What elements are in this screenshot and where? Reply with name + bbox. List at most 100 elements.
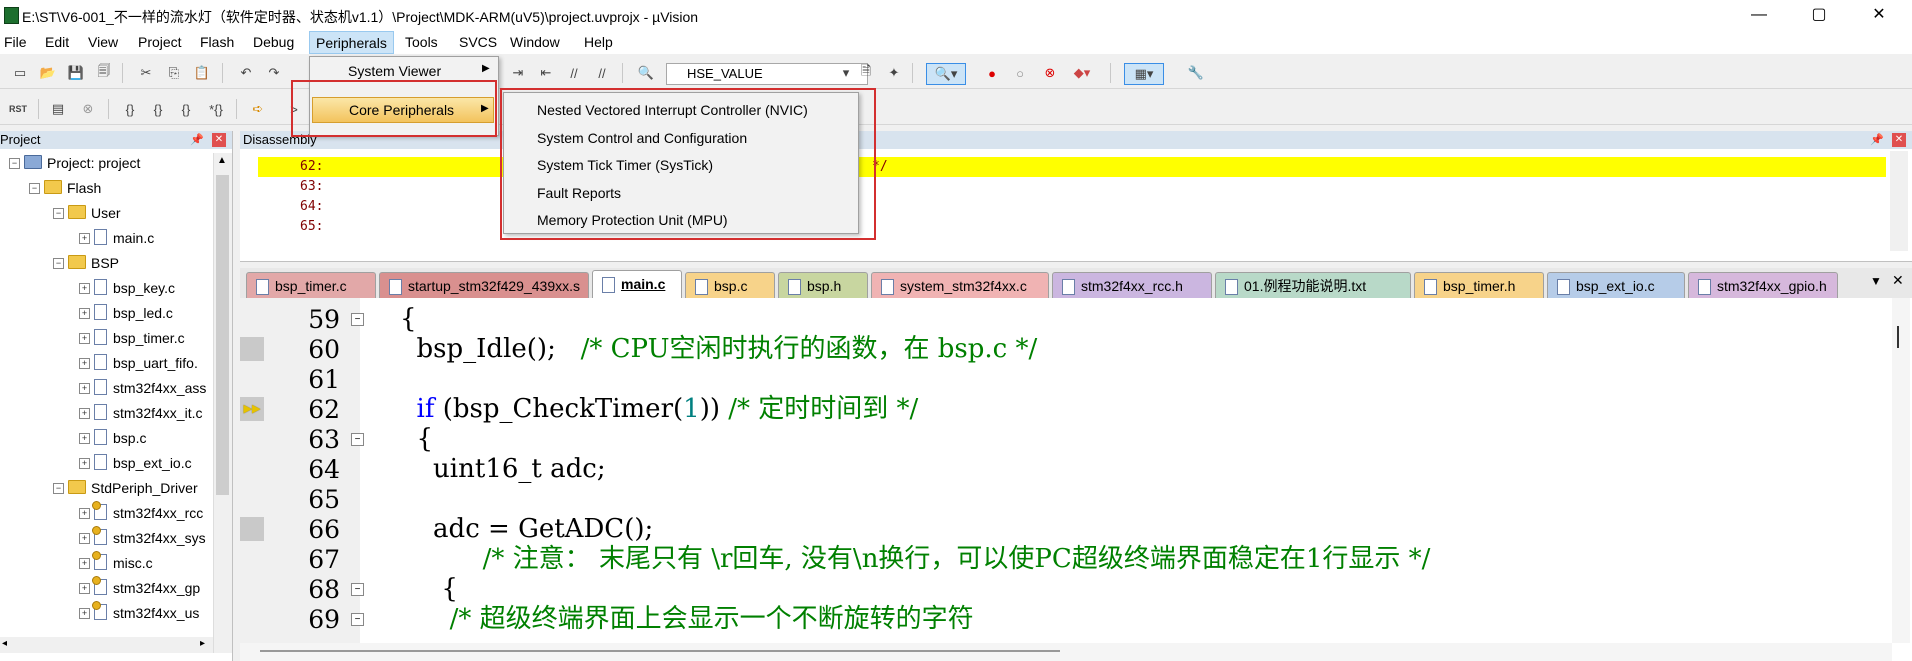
- menu-svcs[interactable]: SVCS: [459, 34, 497, 50]
- menu-debug[interactable]: Debug: [253, 34, 294, 50]
- panel-close-icon[interactable]: ✕: [212, 133, 226, 147]
- tree-item[interactable]: Project: project: [24, 153, 140, 173]
- expand-icon[interactable]: +: [79, 283, 90, 294]
- save-all-icon[interactable]: 🗐: [94, 63, 114, 83]
- disasm-scrollbar[interactable]: [1890, 151, 1908, 251]
- menu-edit[interactable]: Edit: [45, 34, 69, 50]
- open-folder-icon[interactable]: 📂: [38, 63, 58, 83]
- save-icon[interactable]: 💾: [66, 63, 86, 83]
- step-over-icon[interactable]: {}: [148, 99, 168, 119]
- indent-icon[interactable]: ⇥: [508, 63, 528, 83]
- menu-file[interactable]: File: [4, 34, 27, 50]
- tree-item[interactable]: bsp_timer.c: [94, 328, 185, 348]
- window-layout-icon[interactable]: ▦▾: [1124, 63, 1164, 85]
- tree-item[interactable]: main.c: [94, 228, 154, 248]
- editor-tab[interactable]: stm32f4xx_rcc.h: [1052, 272, 1212, 298]
- unindent-icon[interactable]: ⇤: [536, 63, 556, 83]
- step-icon[interactable]: {}: [120, 99, 140, 119]
- menu-window[interactable]: Window: [510, 34, 560, 50]
- tree-item[interactable]: stm32f4xx_gp: [92, 576, 200, 598]
- tree-item[interactable]: BSP: [68, 253, 119, 273]
- menu-project[interactable]: Project: [138, 34, 182, 50]
- menu-item-systick[interactable]: System Tick Timer (SysTick): [537, 157, 713, 173]
- paste-icon[interactable]: 📋: [192, 63, 212, 83]
- scroll-right-icon[interactable]: ▸: [200, 638, 205, 649]
- expand-icon[interactable]: +: [79, 533, 90, 544]
- editor-tab[interactable]: bsp.h: [778, 272, 868, 298]
- collapse-icon[interactable]: −: [53, 483, 64, 494]
- copy-icon[interactable]: ⎘: [164, 63, 184, 83]
- tree-item[interactable]: stm32f4xx_rcc: [92, 501, 203, 523]
- disassembly-close-icon[interactable]: ✕: [1892, 133, 1906, 147]
- scrollbar-thumb[interactable]: [1897, 326, 1899, 348]
- collapse-icon[interactable]: −: [9, 158, 20, 169]
- editor-tab[interactable]: bsp_timer.c: [246, 272, 376, 298]
- tree-item[interactable]: User: [68, 203, 121, 223]
- find-icon[interactable]: 🗎: [856, 63, 876, 83]
- expand-icon[interactable]: +: [79, 408, 90, 419]
- disable-breakpoint-icon[interactable]: ○: [1010, 63, 1030, 83]
- menu-item-system-control[interactable]: System Control and Configuration: [537, 130, 747, 146]
- maximize-button[interactable]: ▢: [1790, 0, 1848, 30]
- breakpoint-menu-icon[interactable]: ◆▾: [1072, 63, 1092, 83]
- uncomment-icon[interactable]: //: [592, 63, 612, 83]
- stop-icon[interactable]: ⊗: [78, 99, 98, 119]
- tree-vertical-scrollbar[interactable]: ▲: [213, 153, 232, 653]
- collapse-icon[interactable]: −: [29, 183, 40, 194]
- reset-button[interactable]: RST: [6, 99, 30, 119]
- tree-item[interactable]: bsp_key.c: [94, 278, 175, 298]
- editor-tab[interactable]: main.c: [592, 270, 682, 298]
- expand-icon[interactable]: +: [79, 383, 90, 394]
- tree-item[interactable]: bsp_uart_fifo.: [94, 353, 198, 373]
- scroll-up-icon[interactable]: ▲: [217, 155, 227, 166]
- expand-icon[interactable]: +: [79, 608, 90, 619]
- tree-item[interactable]: bsp_ext_io.c: [94, 453, 192, 473]
- tree-item[interactable]: misc.c: [92, 551, 153, 573]
- tree-item[interactable]: stm32f4xx_us: [92, 601, 199, 623]
- menu-item-core-peripherals[interactable]: Core Peripherals ▶: [312, 97, 494, 123]
- expand-icon[interactable]: +: [79, 308, 90, 319]
- close-button[interactable]: ✕: [1850, 0, 1908, 30]
- menu-item-fault-reports[interactable]: Fault Reports: [537, 185, 621, 201]
- close-tab-icon[interactable]: ✕: [1892, 272, 1904, 289]
- menu-item-nvic[interactable]: Nested Vectored Interrupt Controller (NV…: [537, 102, 808, 118]
- cut-icon[interactable]: ✂: [136, 63, 156, 83]
- tree-item[interactable]: stm32f4xx_it.c: [94, 403, 202, 423]
- find-in-files-icon[interactable]: 🔍: [636, 63, 656, 83]
- undo-icon[interactable]: ↶: [236, 63, 256, 83]
- tree-item[interactable]: stm32f4xx_ass: [94, 378, 206, 398]
- editor-vertical-scrollbar[interactable]: [1892, 298, 1910, 643]
- expand-icon[interactable]: +: [79, 433, 90, 444]
- minimize-button[interactable]: —: [1730, 0, 1788, 30]
- breakpoint-icon[interactable]: ●: [982, 63, 1002, 83]
- comment-icon[interactable]: //: [564, 63, 584, 83]
- fold-icon[interactable]: −: [351, 583, 364, 596]
- editor-tab[interactable]: startup_stm32f429_439xx.s: [379, 272, 589, 298]
- configure-icon[interactable]: 🔧: [1186, 63, 1206, 83]
- tree-horizontal-scrollbar[interactable]: ◂ ▸: [0, 637, 213, 653]
- fold-icon[interactable]: −: [351, 613, 364, 626]
- tree-item[interactable]: StdPeriph_Driver: [68, 478, 198, 498]
- menu-help[interactable]: Help: [584, 34, 613, 50]
- collapse-icon[interactable]: −: [53, 208, 64, 219]
- tree-item[interactable]: stm32f4xx_sys: [92, 526, 206, 548]
- menu-view[interactable]: View: [88, 34, 118, 50]
- menu-tools[interactable]: Tools: [405, 34, 438, 50]
- chevron-down-icon[interactable]: ▾: [836, 63, 856, 83]
- incremental-find-icon[interactable]: ✦: [884, 63, 904, 83]
- expand-icon[interactable]: +: [79, 458, 90, 469]
- pin-icon[interactable]: 📌: [1870, 131, 1884, 149]
- expand-icon[interactable]: +: [79, 583, 90, 594]
- editor-tab[interactable]: bsp_timer.h: [1414, 272, 1544, 298]
- run-to-cursor-icon[interactable]: *{}: [206, 99, 226, 119]
- expand-icon[interactable]: +: [79, 358, 90, 369]
- editor-tab[interactable]: stm32f4xx_gpio.h: [1688, 272, 1838, 298]
- debug-session-icon[interactable]: 🔍▾: [926, 63, 966, 85]
- scrollbar-thumb[interactable]: [216, 175, 229, 495]
- fold-icon[interactable]: −: [351, 433, 364, 446]
- run-icon[interactable]: ▤: [48, 99, 68, 119]
- redo-icon[interactable]: ↷: [264, 63, 284, 83]
- tab-list-icon[interactable]: ▼: [1870, 274, 1882, 288]
- editor-tab[interactable]: 01.例程功能说明.txt: [1215, 272, 1411, 298]
- kill-breakpoints-icon[interactable]: ⊗: [1040, 63, 1060, 83]
